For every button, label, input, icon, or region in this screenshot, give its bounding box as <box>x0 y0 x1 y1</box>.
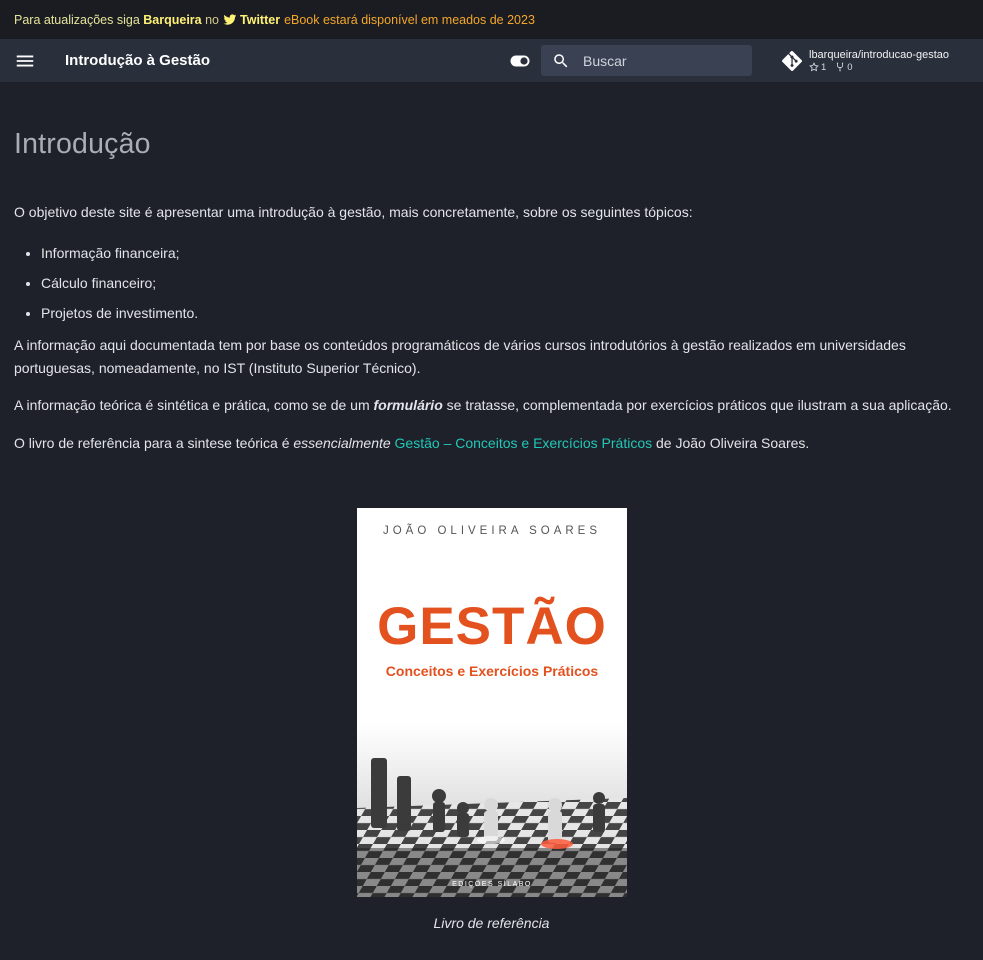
announcement-prefix: Para atualizações siga <box>14 12 140 27</box>
announcement-bar: Para atualizações siga Barqueira no Twit… <box>0 0 983 39</box>
reference-text-start: O livro de referência para a sintese teó… <box>14 435 294 451</box>
repository-link[interactable]: lbarqueira/introducao-gestao 1 0 <box>782 39 972 82</box>
chessboard-illustration <box>357 758 627 897</box>
toggle-switch-icon <box>510 55 530 67</box>
reference-book-link[interactable]: Gestão – Conceitos e Exercícios Práticos <box>395 435 653 451</box>
book-cover-image: JOÃO OLIVEIRA SOARES GESTÃO Conceitos e … <box>357 508 627 897</box>
image-caption: Livro de referência <box>433 915 550 931</box>
site-title[interactable]: Introdução à Gestão <box>65 52 210 69</box>
book-publisher: EDIÇÕES SÍLABO <box>452 881 532 888</box>
announcement-suffix: eBook estará disponível em meados de 202… <box>284 12 535 27</box>
search-icon <box>541 52 581 70</box>
palette-toggle-button[interactable] <box>509 50 531 72</box>
reference-paragraph: O livro de referência para a sintese teó… <box>14 432 969 455</box>
twitter-icon <box>223 13 237 25</box>
hamburger-icon <box>16 55 34 66</box>
repository-name: lbarqueira/introducao-gestao <box>809 48 950 61</box>
announcement-connector: no <box>205 12 220 27</box>
info-paragraph: A informação aqui documentada tem por ba… <box>14 337 906 376</box>
repo-stars-count: 1 <box>821 61 827 73</box>
theory-paragraph: A informação teórica é sintética e práti… <box>14 394 969 417</box>
repo-forks: 0 <box>835 61 853 73</box>
list-item: Informação financeira; <box>41 238 969 268</box>
top-header: Introdução à Gestão lbarqueira/introduca… <box>0 39 983 82</box>
search-box[interactable] <box>541 45 752 76</box>
search-input[interactable] <box>581 51 745 70</box>
fork-icon <box>837 62 844 72</box>
intro-paragraph: O objetivo deste site é apresentar uma i… <box>14 204 693 220</box>
announcement-name: Barqueira <box>143 12 202 27</box>
menu-button[interactable] <box>0 39 50 82</box>
main-content: Introdução O objetivo deste site é apres… <box>0 128 983 455</box>
repo-stars: 1 <box>809 62 826 73</box>
git-icon <box>782 50 802 71</box>
star-icon <box>809 62 819 72</box>
topics-list: Informação financeira; Cálculo financeir… <box>14 238 969 328</box>
essencialmente-emphasis: essencialmente <box>293 435 391 451</box>
twitter-link[interactable]: Twitter <box>223 13 280 27</box>
formulario-emphasis: formulário <box>373 397 443 413</box>
theory-text-end: se tratasse, complementada por exercício… <box>442 397 952 413</box>
reference-text-end: de João Oliveira Soares. <box>652 435 810 451</box>
repo-forks-count: 0 <box>847 61 853 73</box>
page-title: Introdução <box>14 128 151 160</box>
theory-text-start: A informação teórica é sintética e práti… <box>14 397 374 413</box>
list-item: Projetos de investimento. <box>41 298 969 328</box>
list-item: Cálculo financeiro; <box>41 268 969 298</box>
announcement-platform: Twitter <box>240 12 281 27</box>
